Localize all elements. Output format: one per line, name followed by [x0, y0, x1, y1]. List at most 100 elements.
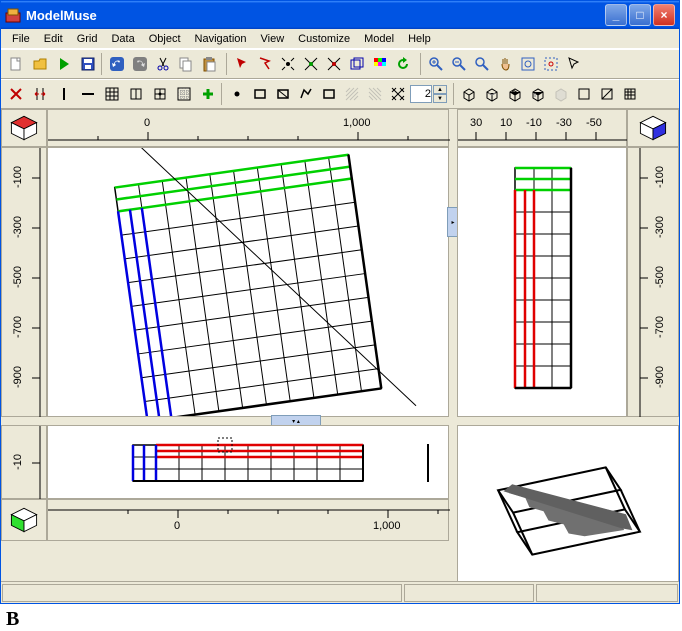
hatch3-button[interactable]	[387, 83, 409, 105]
copy-button[interactable]	[175, 53, 197, 75]
single-col-button[interactable]	[53, 83, 75, 105]
ruler-right-n300: -300	[654, 216, 666, 238]
ruler-right-main: -100 -300 -500 -700 -900	[627, 147, 679, 417]
ruler-left-n500: -500	[12, 266, 24, 288]
ruler-right-n700: -700	[654, 316, 666, 338]
menu-help[interactable]: Help	[401, 31, 438, 47]
new-button[interactable]	[5, 53, 27, 75]
menu-view[interactable]: View	[254, 31, 292, 47]
ruler-top-tick-1000: 1,000	[343, 117, 371, 129]
ruler-left-main: -100 -300 -500 -700 -900	[1, 147, 47, 417]
minimize-button[interactable]: _	[605, 4, 627, 26]
top-view[interactable]	[47, 147, 449, 417]
ruler-left-n300: -300	[12, 216, 24, 238]
app-icon	[5, 7, 21, 23]
refresh-button[interactable]	[392, 53, 414, 75]
ruler-right-n500: -500	[654, 266, 666, 288]
cube-top-left[interactable]	[1, 109, 47, 147]
vertex-delete-button[interactable]	[323, 53, 345, 75]
view3d-4-button[interactable]	[527, 83, 549, 105]
cube-bottom-left[interactable]	[1, 499, 47, 541]
cut-button[interactable]	[152, 53, 174, 75]
ruler-left-n100: -100	[12, 166, 24, 188]
grid2-button[interactable]	[173, 83, 195, 105]
hsplitter[interactable]: ▾ ▴	[1, 417, 679, 425]
zoom-button[interactable]	[471, 53, 493, 75]
side-view[interactable]	[457, 147, 627, 417]
view3d-7-button[interactable]	[596, 83, 618, 105]
ruler-top-side-n50: -50	[586, 117, 602, 129]
line-button[interactable]	[77, 83, 99, 105]
toolbar-2: ▲▼	[1, 79, 679, 109]
maximize-button[interactable]: □	[629, 4, 651, 26]
vertex-insert-button[interactable]	[300, 53, 322, 75]
zoom-extent-button[interactable]	[517, 53, 539, 75]
hatch1-button[interactable]	[341, 83, 363, 105]
menu-customize[interactable]: Customize	[291, 31, 357, 47]
ruler-left-bottom-n10: -10	[12, 454, 24, 470]
view3d-3-button[interactable]	[504, 83, 526, 105]
shape-tool-button[interactable]	[346, 53, 368, 75]
3d-view[interactable]	[457, 425, 679, 601]
ruler-top-side-30: 30	[470, 117, 482, 129]
status-cell-2	[404, 584, 534, 602]
ruler-bottom-0: 0	[174, 520, 180, 532]
open-button[interactable]	[29, 53, 51, 75]
layer-spinner[interactable]: ▲▼	[433, 85, 447, 103]
app-window: ModelMuse _ □ × File Edit Grid Data Obje…	[0, 0, 680, 604]
menu-navigation[interactable]: Navigation	[188, 31, 254, 47]
select-arrow-button[interactable]	[231, 53, 253, 75]
draw-poly-button[interactable]	[295, 83, 317, 105]
front-view[interactable]	[47, 425, 449, 499]
pan-button[interactable]	[494, 53, 516, 75]
draw-rect-button[interactable]	[249, 83, 271, 105]
menu-model[interactable]: Model	[357, 31, 401, 47]
ruler-top-main: 0 1,000	[47, 109, 449, 147]
status-cell-1	[2, 584, 402, 602]
views-container: 0 1,000 30 10 -10 -30 -50 -100 -300 -5	[1, 109, 679, 603]
layer-input[interactable]	[410, 85, 432, 103]
menu-grid[interactable]: Grid	[70, 31, 105, 47]
zoom-in-button[interactable]	[425, 53, 447, 75]
move-col-button[interactable]	[29, 83, 51, 105]
point-button[interactable]	[277, 53, 299, 75]
plus-button[interactable]	[197, 83, 219, 105]
ruler-left-bottom: -10	[1, 425, 47, 499]
ruler-top-side: 30 10 -10 -30 -50	[457, 109, 627, 147]
vsplitter-top[interactable]: ▸	[449, 147, 457, 417]
cube-top-right[interactable]	[627, 109, 679, 147]
draw-rect2-button[interactable]	[272, 83, 294, 105]
statusbar	[1, 581, 679, 603]
menu-data[interactable]: Data	[104, 31, 141, 47]
undo-button[interactable]	[106, 53, 128, 75]
menu-edit[interactable]: Edit	[37, 31, 70, 47]
close-button[interactable]: ×	[653, 4, 675, 26]
view3d-8-button[interactable]	[619, 83, 641, 105]
run-button[interactable]	[53, 53, 75, 75]
ruler-left-n700: -700	[12, 316, 24, 338]
color-grid-button[interactable]	[369, 53, 391, 75]
ruler-right-n900: -900	[654, 366, 666, 388]
vsplitter-bottom[interactable]	[449, 425, 457, 601]
view3d-5-button[interactable]	[550, 83, 572, 105]
zoom-window-button[interactable]	[540, 53, 562, 75]
save-button[interactable]	[77, 53, 99, 75]
view3d-6-button[interactable]	[573, 83, 595, 105]
cursor-button[interactable]	[563, 53, 585, 75]
draw-point-button[interactable]	[226, 83, 248, 105]
grid-add-button[interactable]	[101, 83, 123, 105]
delete-col-button[interactable]	[5, 83, 27, 105]
draw-rect3-button[interactable]	[318, 83, 340, 105]
ruler-top-side-n10: -10	[526, 117, 542, 129]
view3d-1-button[interactable]	[458, 83, 480, 105]
view3d-2-button[interactable]	[481, 83, 503, 105]
redo-button[interactable]	[129, 53, 151, 75]
paste-button[interactable]	[198, 53, 220, 75]
lasso-button[interactable]	[254, 53, 276, 75]
subdiv2-button[interactable]	[149, 83, 171, 105]
subdiv1-button[interactable]	[125, 83, 147, 105]
hatch2-button[interactable]	[364, 83, 386, 105]
menu-object[interactable]: Object	[142, 31, 188, 47]
zoom-out-button[interactable]	[448, 53, 470, 75]
menu-file[interactable]: File	[5, 31, 37, 47]
